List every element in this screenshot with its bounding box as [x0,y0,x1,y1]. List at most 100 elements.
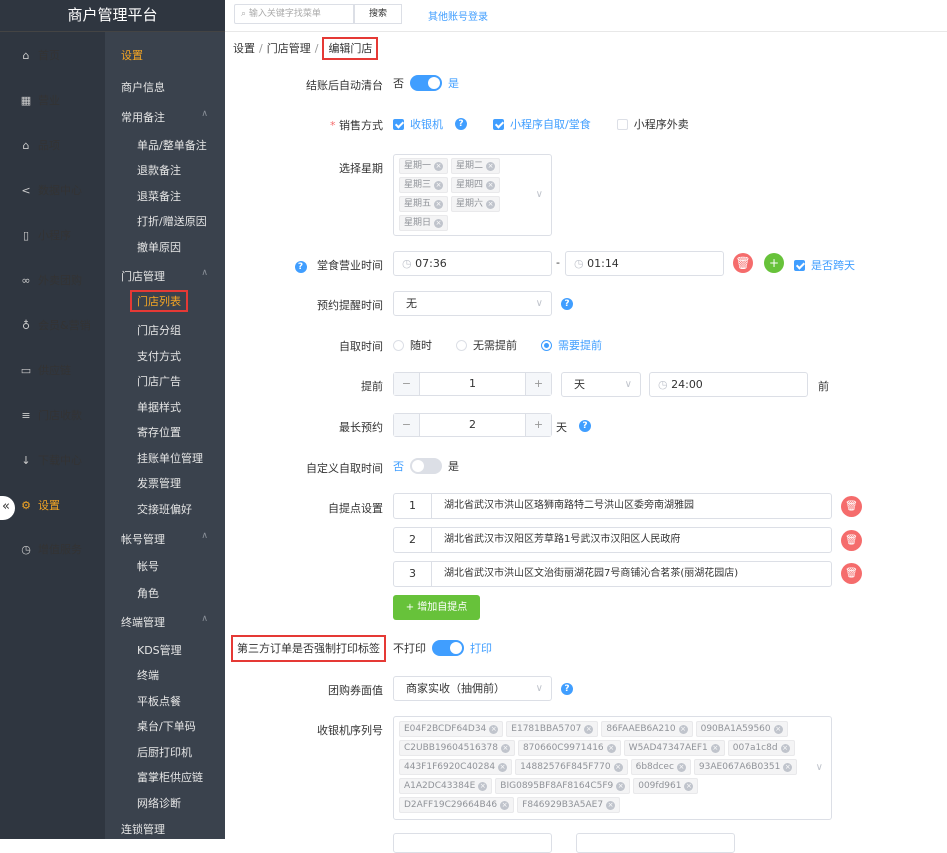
advance-stepper[interactable]: − 1 + [393,372,552,396]
close-icon[interactable]: × [486,162,496,171]
subnav-item-supply[interactable]: 富掌柜供应链 [137,769,203,785]
other-account-login-link[interactable]: 其他账号登录 [428,8,488,23]
nav-item-delivery[interactable]: ∞ 外卖团购 [0,268,105,294]
pickup-point-row[interactable]: 2 湖北省武汉市汉阳区芳草路1号武汉市汉阳区人民政府 [393,527,832,553]
subnav-group-remarks[interactable]: 常用备注 ∧ [121,109,216,125]
third-party-print-switch[interactable] [432,640,464,656]
search-input[interactable]: ⌕ 输入关键字找菜单 [234,4,354,24]
subnav-group-account[interactable]: 帐号管理 ∧ [121,531,216,547]
cross-day-checkbox[interactable] [794,259,805,271]
pickup-no-advance-radio[interactable] [456,339,467,351]
plus-icon[interactable]: + [525,414,551,436]
subnav-item-store-ads[interactable]: 门店广告 [137,373,181,389]
subnav-item-storage[interactable]: 寄存位置 [137,424,181,440]
serials-select[interactable]: E04F2BCDF64D34 × E1781BBA5707 × 86FAAEB6A210… [393,716,832,820]
subnav-item-item-remarks[interactable]: 单品/整单备注 [137,137,207,153]
subnav-item-payment-methods[interactable]: 支付方式 [137,348,181,364]
help-icon[interactable]: ? [561,298,573,310]
custom-pickup-switch[interactable] [410,458,442,474]
subnav-item-store-list[interactable]: 门店列表 [130,290,188,312]
reserve-remind-select[interactable]: 无 ∨ [393,291,552,316]
nav-item-download[interactable]: ↓ 下载中心 [0,448,105,474]
subnav-item-roles[interactable]: 角色 [137,585,159,601]
close-icon[interactable]: × [676,763,686,772]
dine-end-time-input[interactable]: ◷ 01:14 [565,251,724,276]
close-icon[interactable]: × [500,744,510,753]
subnav-item-return-remarks[interactable]: 退菜备注 [137,188,181,204]
close-icon[interactable]: × [606,801,616,810]
pickup-advance-radio[interactable] [541,339,552,351]
close-icon[interactable]: × [780,744,790,753]
auto-clear-switch[interactable] [410,75,442,91]
subnav-merchant-info[interactable]: 商户信息 [121,79,216,95]
sales-delivery-checkbox[interactable] [616,118,628,130]
close-icon[interactable]: × [773,725,783,734]
subnav-item-kds[interactable]: KDS管理 [137,642,182,658]
sales-pickup-checkbox[interactable] [493,118,504,130]
add-pickup-point-button[interactable]: + 增加自提点 [393,595,480,620]
weekday-select[interactable]: 星期一 × 星期二 ×星期三 × 星期四 ×星期五 × 星期六 ×星期日 × ∨ [393,154,552,236]
close-icon[interactable]: × [606,744,616,753]
nav-item-store-payment[interactable]: ≡ 门店收款 [0,403,105,429]
nav-item-settings[interactable]: ⚙ 设置 [0,493,105,519]
nav-item-members[interactable]: ♁ 会员&营销 [0,313,105,339]
close-icon[interactable]: × [710,744,720,753]
close-icon[interactable]: × [434,162,444,171]
close-icon[interactable]: × [684,782,694,791]
subnav-item-tablet-order[interactable]: 平板点餐 [137,693,181,709]
close-icon[interactable]: × [678,725,688,734]
add-time-button[interactable]: + [764,253,784,273]
sales-pos-checkbox[interactable] [393,118,404,130]
subnav-item-shift-prefs[interactable]: 交接班偏好 [137,501,192,517]
bottom-select[interactable] [393,833,552,853]
dine-start-time-input[interactable]: ◷ 07:36 [393,251,552,276]
close-icon[interactable]: × [498,763,508,772]
minus-icon[interactable]: − [394,414,420,436]
pickup-anytime-radio[interactable] [393,339,404,351]
close-icon[interactable]: × [616,782,626,791]
subnav-item-kitchen-printer[interactable]: 后厨打印机 [137,744,192,760]
minus-icon[interactable]: − [394,373,420,395]
close-icon[interactable]: × [584,725,594,734]
close-icon[interactable]: × [489,725,499,734]
subnav-item-terminals[interactable]: 终端 [137,667,159,683]
breadcrumb-store-mgmt[interactable]: 门店管理 [267,42,311,55]
advance-unit-select[interactable]: 天 ∨ [561,372,641,397]
pickup-point-row[interactable]: 1 湖北省武汉市洪山区珞狮南路特二号洪山区委旁南湖雅园 [393,493,832,519]
close-icon[interactable]: × [486,181,496,190]
pickup-point-row[interactable]: 3 湖北省武汉市洪山区文治街丽湖花园7号商铺沁合茗茶(丽湖花园店) [393,561,832,587]
close-icon[interactable]: × [500,801,510,810]
subnav-item-credit-units[interactable]: 挂账单位管理 [137,450,203,466]
close-icon[interactable]: × [783,763,793,772]
close-icon[interactable]: × [478,782,488,791]
subnav-item-store-group[interactable]: 门店分组 [137,322,181,338]
close-icon[interactable]: × [486,200,496,209]
subnav-item-table-codes[interactable]: 桌台/下单码 [137,718,196,734]
subnav-item-discount-reason[interactable]: 打折/赠送原因 [137,213,207,229]
nav-item-value-added[interactable]: ◷ 增值服务 [0,537,105,563]
help-icon[interactable]: ? [579,420,591,432]
nav-item-mini-program[interactable]: ▯ 小程序 [0,223,105,249]
bottom-select[interactable] [576,833,735,853]
delete-pickup-point-button[interactable]: 🗑 [841,496,862,517]
subnav-group-chain[interactable]: 连锁管理 [121,821,216,837]
subnav-item-refund-remarks[interactable]: 退款备注 [137,162,181,178]
plus-icon[interactable]: + [525,373,551,395]
search-button[interactable]: 搜索 [354,4,402,24]
help-icon[interactable]: ? [455,118,467,130]
nav-item-supply-chain[interactable]: ▭ 供应链 [0,358,105,384]
coupon-value-select[interactable]: 商家实收（抽佣前） ∨ [393,676,552,701]
nav-item-products[interactable]: ⌂ 品项 [0,133,105,159]
subnav-item-receipt-style[interactable]: 单据样式 [137,399,181,415]
breadcrumb-settings[interactable]: 设置 [233,42,255,55]
close-icon[interactable]: × [613,763,623,772]
subnav-item-network[interactable]: 网络诊断 [137,795,181,811]
subnav-group-terminal[interactable]: 终端管理 ∧ [121,614,216,630]
delete-pickup-point-button[interactable]: 🗑 [841,530,862,551]
subnav-group-store[interactable]: 门店管理 ∧ [121,268,216,284]
close-icon[interactable]: × [434,181,444,190]
help-icon[interactable]: ? [294,261,307,273]
close-icon[interactable]: × [434,200,444,209]
subnav-item-invoice[interactable]: 发票管理 [137,475,181,491]
nav-item-business[interactable]: ▦ 营业 [0,88,105,114]
